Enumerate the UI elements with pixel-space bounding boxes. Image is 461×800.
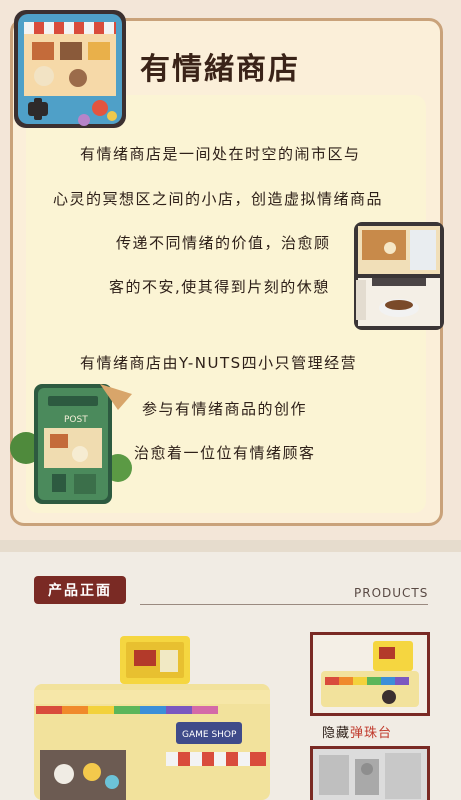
- postbox-label: POST: [64, 415, 88, 425]
- section-rule: [140, 604, 428, 605]
- description-line-6: 参与有情绪商品的创作: [142, 400, 308, 418]
- hidden-pinball-thumbnail: [310, 632, 430, 716]
- description-line-2: 心灵的冥想区之间的小店，创造虚拟情绪商品: [53, 190, 384, 208]
- coffee-machine-illustration: [354, 222, 444, 330]
- product-model-image: GAME SHOP: [34, 636, 270, 800]
- arcade-shop-illustration: [14, 10, 126, 128]
- caption-highlight: 弹珠台: [350, 726, 393, 741]
- description-line-7: 治愈着一位位有情绪顾客: [134, 444, 316, 462]
- description-line-5: 有情绪商店由Y-NUTS四小只管理经营: [80, 354, 358, 372]
- game-shop-sign: GAME SHOP: [182, 730, 237, 740]
- caption-prefix: 隐藏: [322, 726, 351, 741]
- hidden-pinball-caption: 隐藏弹珠台: [322, 722, 392, 741]
- section-tab-product-front: 产品正面: [34, 576, 126, 604]
- description-line-4: 客的不安,使其得到片刻的休憩: [109, 278, 330, 296]
- interior-detail-thumbnail: [310, 746, 430, 800]
- page-title: 有情緒商店: [140, 52, 300, 87]
- description-line-1: 有情绪商店是一间处在时空的闹市区与: [80, 145, 361, 163]
- description-line-3: 传递不同情绪的价值，治愈顾: [116, 234, 331, 252]
- section-divider: [0, 540, 461, 552]
- products-english-label: PRODUCTS: [354, 586, 429, 600]
- postbox-illustration: POST: [10, 384, 132, 504]
